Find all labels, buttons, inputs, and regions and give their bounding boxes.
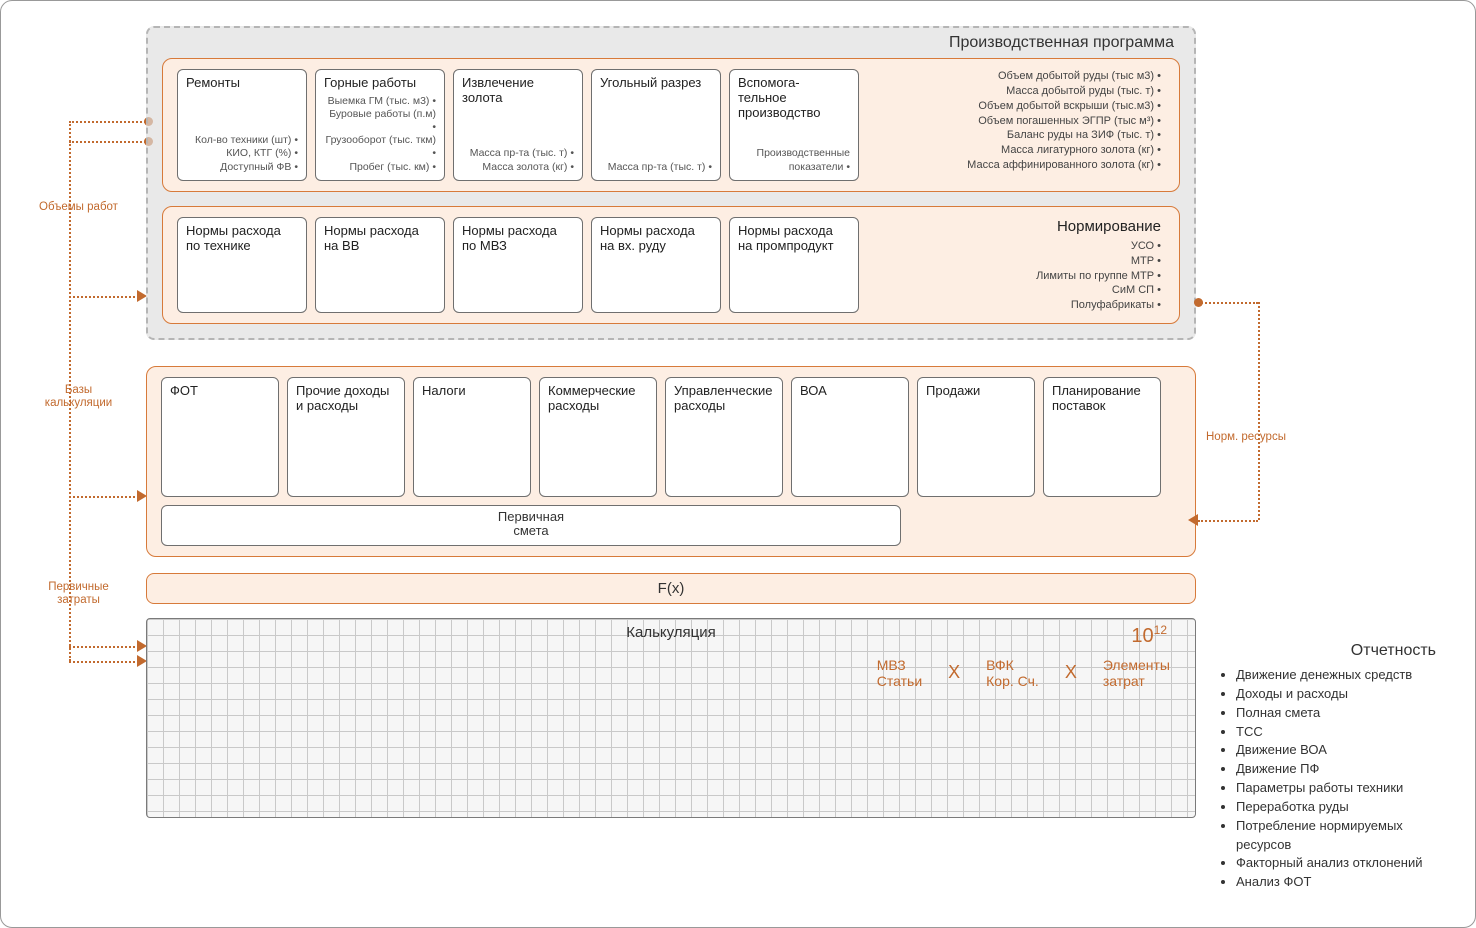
reporting-item: Анализ ФОТ [1236,873,1436,892]
card-bullet: Выемка ГМ (тыс. м3) [324,95,436,108]
reporting-item: Движение ПФ [1236,760,1436,779]
card-title: ФОТ [170,384,270,399]
card-title: Ремонты [186,76,298,91]
card-title: Угольный разрез [600,76,712,91]
aux-item: Лимиты по группе МТР [1036,269,1161,284]
calc-title: Калькуляция [147,624,1195,641]
card: Нормы расхода на промпродукт [729,217,859,313]
card: Вспомога- тельное производство Производст… [729,69,859,181]
reporting-item: Потребление нормируемых ресурсов [1236,817,1436,855]
reporting-item: Параметры работы техники [1236,779,1436,798]
reporting-block: Отчетность Движение денежных средствДохо… [1216,642,1436,892]
card-title: Нормы расхода на ВВ [324,224,436,254]
card: Планирование поставок [1043,377,1161,497]
label-bases: Базыкалькуляции [31,384,126,409]
card: ФОТ [161,377,279,497]
card: Нормы расхода по МВЗ [453,217,583,313]
primary-smeta-card: Первичная смета [161,505,901,546]
card-bullet: Масса золота (кг) [462,161,574,174]
card-title: Нормы расхода на промпродукт [738,224,850,254]
row2-aux: Нормирование УСОМТРЛимиты по группе МТРСи… [1036,217,1165,313]
card: Ремонты Кол-во техники (шт)КИО, КТГ (%)До… [177,69,307,181]
card-title: Извлечение золота [462,76,574,106]
card: Продажи [917,377,1035,497]
card-title: Вспомога- тельное производство [738,76,850,121]
card-bullet: Кол-во техники (шт) [186,134,298,147]
aux-item: Масса лигатурного золота (кг) [967,143,1161,158]
diagram-frame: Объемы работ Базыкалькуляции Первичныеза… [0,0,1476,928]
card: Управленческие расходы [665,377,783,497]
reporting-title: Отчетность [1216,642,1436,660]
label-norm-resources: Норм. ресурсы [1206,431,1286,443]
card-title: Управленческие расходы [674,384,774,414]
row1-container: Ремонты Кол-во техники (шт)КИО, КТГ (%)До… [162,58,1180,192]
aux-item: МТР [1036,254,1161,269]
aux-item: Масса аффинированного золота (кг) [967,158,1161,173]
row2-container: Нормы расхода по технике Нормы расхода на… [162,206,1180,324]
card-bullet: Пробег (тыс. км) [324,161,436,174]
card: Извлечение золота Масса пр-та (тыс. т)Мас… [453,69,583,181]
card-title: Прочие доходы и расходы [296,384,396,414]
aux-item: Объем добытой руды (тыс м3) [967,69,1161,84]
card-title: Нормы расхода по технике [186,224,298,254]
reporting-item: TCC [1236,723,1436,742]
card: Нормы расхода по технике [177,217,307,313]
card-bullet: Масса пр-та (тыс. т) [600,161,712,174]
reporting-item: Факторный анализ отклонений [1236,854,1436,873]
reporting-item: Переработка руды [1236,798,1436,817]
card: ВОА [791,377,909,497]
card-bullet: Буровые работы (п.м) [324,108,436,134]
card-bullet: Доступный ФВ [186,161,298,174]
card-title: Нормы расхода на вх. руду [600,224,712,254]
arrow-icon [1188,514,1198,526]
label-primary: Первичныезатраты [31,581,126,606]
card-bullet: КИО, КТГ (%) [186,147,298,160]
reporting-item: Полная смета [1236,704,1436,723]
calc-order: 1012 [1131,625,1167,648]
aux-item: СиМ СП [1036,283,1161,298]
label-volumes: Объемы работ [31,201,126,213]
aux-item: Объем погашенных ЭГПР (тыс м³) [967,114,1161,129]
reporting-item: Доходы и расходы [1236,685,1436,704]
card: Налоги [413,377,531,497]
card-title: Коммерческие расходы [548,384,648,414]
card: Горные работы Выемка ГМ (тыс. м3)Буровые … [315,69,445,181]
calc-formula: МВЗСтатьи X ВФККор. Сч. X Элементызатрат [877,657,1170,689]
card-title: Горные работы [324,76,436,91]
card-bullet: Грузооборот (тыс. ткм) [324,134,436,160]
row1-aux: Объем добытой руды (тыс м3)Масса добытой… [967,69,1165,181]
card-bullet: Масса пр-та (тыс. т) [462,147,574,160]
card: Нормы расхода на вх. руду [591,217,721,313]
reporting-item: Движение денежных средств [1236,666,1436,685]
left-gutter: Объемы работ Базыкалькуляции Первичныеза… [31,26,126,907]
aux-title: Нормирование [1036,217,1161,237]
aux-item: Масса добытой руды (тыс. т) [967,84,1161,99]
aux-item: Баланс руды на ЗИФ (тыс. т) [967,128,1161,143]
right-gutter: Норм. ресурсы Отчетность Движение денежн… [1216,26,1445,907]
card: Коммерческие расходы [539,377,657,497]
card: Нормы расхода на ВВ [315,217,445,313]
aux-item: Объем добытой вскрыши (тыс.м3) [967,99,1161,114]
production-program-title: Производственная программа [949,34,1174,52]
center-column: Производственная программа Ремонты Кол-во… [146,26,1196,907]
calc-box: Калькуляция 1012 МВЗСтатьи X ВФККор. Сч.… [146,618,1196,818]
card-bullet: Производственные показатели [738,147,850,173]
card-title: Продажи [926,384,1026,399]
reporting-item: Движение ВОА [1236,741,1436,760]
card-title: ВОА [800,384,900,399]
aux-item: УСО [1036,239,1161,254]
card-title: Планирование поставок [1052,384,1152,414]
fx-bar: F(x) [146,573,1196,604]
aux-item: Полуфабрикаты [1036,298,1161,313]
row3-container: ФОТ Прочие доходы и расходы Налоги Коммерче… [146,366,1196,557]
card-title: Нормы расхода по МВЗ [462,224,574,254]
card: Угольный разрез Масса пр-та (тыс. т) [591,69,721,181]
production-program-group: Производственная программа Ремонты Кол-во… [146,26,1196,340]
card: Прочие доходы и расходы [287,377,405,497]
card-title: Налоги [422,384,522,399]
